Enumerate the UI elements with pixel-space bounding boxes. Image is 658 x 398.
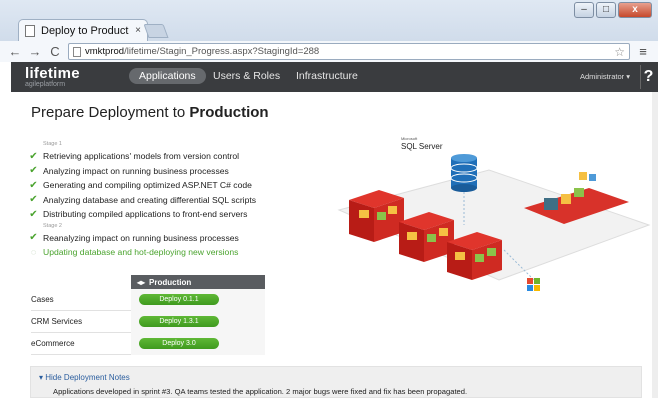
app-name: CRM Services — [31, 317, 83, 326]
environment-header: ◂▸ Production — [131, 275, 265, 289]
check-icon: ✔ — [29, 232, 38, 244]
step-text: Generating and compiling optimized ASP.N… — [43, 180, 252, 191]
page-title-prefix: Prepare Deployment to — [31, 104, 186, 121]
nav-infrastructure[interactable]: Infrastructure — [296, 70, 358, 82]
nav-applications[interactable]: Applications — [129, 68, 206, 84]
step-item: ✔ Analyzing impact on running business pr… — [29, 164, 329, 179]
deployment-notes: ▾ Hide Deployment Notes Applications dev… — [30, 366, 642, 398]
step-text: Updating database and hot-deploying new … — [43, 247, 239, 258]
table-row: CRM Services Deploy 1.3.1 — [31, 310, 265, 333]
menu-icon[interactable]: ≡ — [636, 44, 650, 59]
database-icon — [450, 154, 478, 192]
browser-tab[interactable]: Deploy to Production × — [18, 19, 148, 41]
staging-server — [544, 198, 558, 210]
dev-app — [579, 172, 587, 180]
page-title-env: Production — [189, 104, 269, 121]
tab-title: Deploy to Production — [41, 24, 129, 37]
bookmark-star-icon[interactable]: ☆ — [614, 45, 625, 59]
step-text: Analyzing database and creating differen… — [43, 194, 257, 205]
server-block-2 — [399, 212, 454, 262]
step-text: Reanalyzing impact on running business p… — [43, 232, 239, 243]
page-icon — [73, 46, 81, 57]
address-bar[interactable]: vmktprod/lifetime/Stagin_Progress.aspx?S… — [68, 43, 630, 60]
deploy-button[interactable]: Deploy 1.3.1 — [139, 316, 219, 327]
environment-arrow-icon: ◂▸ — [137, 277, 146, 287]
spinner-icon: ◌ — [30, 247, 37, 258]
dev-app — [589, 174, 596, 181]
windows-logo-icon — [527, 278, 540, 291]
server-block-1 — [349, 190, 404, 242]
scrollbar[interactable] — [652, 92, 658, 398]
deploy-button[interactable]: Deploy 0.1.1 — [139, 294, 219, 305]
step-item-in-progress: ◌ Updating database and hot-deploying new… — [29, 245, 329, 260]
step-text: Analyzing impact on running business pro… — [43, 165, 229, 176]
forward-arrow-icon[interactable]: → — [28, 44, 42, 59]
tab-close-icon[interactable]: × — [135, 25, 141, 36]
new-tab-button[interactable] — [143, 24, 169, 38]
nav-users-roles[interactable]: Users & Roles — [213, 70, 280, 82]
page-title: Prepare Deployment to Production — [31, 104, 269, 121]
check-icon: ✔ — [29, 165, 38, 177]
table-row: Cases Deploy 0.1.1 — [31, 288, 265, 311]
main-content: Prepare Deployment to Production Stage 1… — [11, 92, 652, 398]
deployment-steps: Stage 1 ✔ Retrieving applications' models… — [29, 140, 329, 260]
notes-text: Applications developed in sprint #3. QA … — [53, 387, 468, 396]
url-text: vmktprod/lifetime/Stagin_Progress.aspx?S… — [85, 46, 319, 57]
minimize-button[interactable]: – — [574, 2, 594, 18]
staging-app — [561, 194, 571, 204]
deploy-cell: Deploy 1.3.1 — [131, 310, 265, 333]
step-text: Retrieving applications' models from ver… — [43, 151, 240, 162]
notes-toggle[interactable]: ▾ Hide Deployment Notes — [39, 373, 130, 382]
db-label: SQL Server — [401, 142, 443, 151]
table-row: eCommerce Deploy 3.0 — [31, 332, 265, 355]
logo-subtitle: agileplatform — [25, 81, 66, 88]
page-icon — [25, 24, 35, 37]
app-header: lifetime agileplatform Applications User… — [11, 62, 658, 92]
check-icon: ✔ — [29, 194, 38, 206]
check-icon: ✔ — [29, 179, 38, 191]
app-name: Cases — [31, 295, 54, 304]
url-path: /lifetime/Stagin_Progress.aspx?StagingId… — [124, 46, 320, 57]
url-host: vmktprod — [85, 46, 125, 57]
window-controls: – □ x — [574, 2, 652, 18]
deployment-diagram: Microsoft SQL Server — [337, 136, 651, 291]
deploy-table: ◂▸ Production Cases Deploy 0.1.1 CRM Ser… — [31, 275, 265, 355]
maximize-button[interactable]: □ — [596, 2, 616, 18]
step-item: ✔ Analyzing database and creating differe… — [29, 193, 329, 208]
browser-toolbar: ← → C vmktprod/lifetime/Stagin_Progress.… — [0, 41, 658, 62]
step-text: Distributing compiled applications to fr… — [43, 209, 248, 220]
close-window-button[interactable]: x — [618, 2, 652, 18]
stage-label: Stage 2 — [43, 222, 62, 229]
deploy-cell: Deploy 3.0 — [131, 332, 265, 355]
notes-toggle-label: Hide Deployment Notes — [45, 373, 130, 382]
deploy-button[interactable]: Deploy 3.0 — [139, 338, 219, 349]
deploy-cell: Deploy 0.1.1 — [131, 288, 265, 311]
check-icon: ✔ — [29, 208, 38, 220]
reload-icon[interactable]: C — [48, 44, 62, 59]
staging-app — [574, 188, 584, 197]
logo: lifetime — [25, 65, 80, 82]
app-name: eCommerce — [31, 339, 75, 348]
step-item: ✔ Distributing compiled applications to f… — [29, 207, 329, 222]
step-item: ✔ Reanalyzing impact on running business … — [29, 231, 329, 246]
user-menu[interactable]: Administrator ▾ — [580, 72, 630, 81]
step-item: ✔ Generating and compiling optimized ASP.… — [29, 178, 329, 193]
back-arrow-icon[interactable]: ← — [8, 44, 22, 59]
stage-label: Stage 1 — [43, 141, 62, 147]
help-button[interactable]: ? — [640, 65, 656, 89]
db-vendor-label: Microsoft — [401, 136, 418, 141]
environment-name: Production — [149, 277, 192, 287]
check-icon: ✔ — [29, 150, 38, 162]
step-item: ✔ Retrieving applications' models from ve… — [29, 149, 329, 164]
